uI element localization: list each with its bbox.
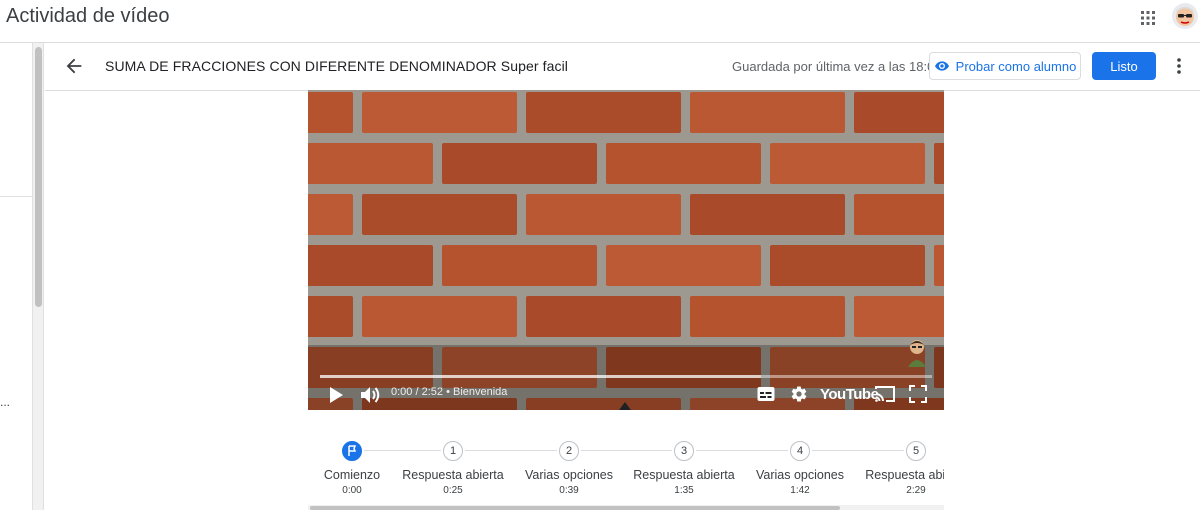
video-buffer-bar bbox=[320, 375, 761, 378]
apps-grid-icon[interactable] bbox=[1138, 8, 1158, 28]
volume-icon[interactable] bbox=[360, 385, 382, 405]
avatar-face-icon bbox=[1176, 6, 1194, 26]
timeline-item-time: 2:29 bbox=[906, 485, 926, 496]
timeline-start-marker bbox=[342, 441, 362, 461]
timeline-item-time: 1:35 bbox=[674, 485, 694, 496]
back-arrow-icon[interactable] bbox=[63, 55, 85, 77]
timeline-item-question[interactable]: 4 Varias opciones 1:42 bbox=[740, 436, 860, 496]
timeline-item-time: 1:42 bbox=[790, 485, 810, 496]
preview-label: Probar como alumno bbox=[955, 58, 1077, 74]
presenter-avatar-icon bbox=[908, 340, 926, 367]
fullscreen-icon[interactable] bbox=[909, 385, 927, 403]
top-bar: Actividad de vídeo bbox=[0, 0, 1200, 43]
timeline-item-time: 0:25 bbox=[443, 485, 463, 496]
left-panel: ... bbox=[0, 43, 32, 510]
brick-wall-video-frame bbox=[308, 90, 944, 410]
video-player[interactable]: 0:00 / 2:52 • Bienvenida YouTube bbox=[308, 90, 944, 410]
more-options-icon[interactable] bbox=[1169, 55, 1189, 77]
timeline-item-question[interactable]: 2 Varias opciones 0:39 bbox=[509, 436, 629, 496]
timeline-position-marker bbox=[619, 402, 631, 410]
saved-status: Guardada por última vez a las 18:02 bbox=[732, 59, 942, 74]
chapter-separator: • bbox=[446, 386, 453, 398]
timeline-item-type: Respuesta abierta bbox=[865, 468, 944, 482]
question-timeline: Comienzo 0:00 1 Respuesta abierta 0:25 2 Varia… bbox=[308, 436, 944, 510]
eye-icon bbox=[934, 61, 949, 71]
preview-as-student-button[interactable]: Probar como alumno bbox=[929, 52, 1081, 80]
activity-header: SUMA DE FRACCIONES CON DIFERENTE DENOMIN… bbox=[45, 43, 1200, 91]
timeline-item-question[interactable]: 5 Respuesta abierta 2:29 bbox=[856, 436, 944, 496]
youtube-logo[interactable]: YouTube bbox=[820, 386, 879, 403]
timeline-item-question[interactable]: 1 Respuesta abierta 0:25 bbox=[393, 436, 513, 496]
timeline-question-number: 2 bbox=[559, 441, 579, 461]
app-title: Actividad de vídeo bbox=[6, 5, 170, 27]
timeline-item-time: 0:39 bbox=[559, 485, 579, 496]
done-button[interactable]: Listo bbox=[1092, 52, 1156, 80]
flag-icon bbox=[348, 445, 357, 456]
timeline-question-number: 1 bbox=[443, 441, 463, 461]
vertical-scrollbar[interactable] bbox=[32, 43, 44, 510]
timeline-item-question[interactable]: 3 Respuesta abierta 1:35 bbox=[624, 436, 744, 496]
settings-gear-icon[interactable] bbox=[790, 385, 808, 403]
scrollbar-thumb[interactable] bbox=[35, 47, 42, 307]
timeline-item-type: Varias opciones bbox=[755, 468, 844, 482]
video-time-display: 0:00 / 2:52 • Bienvenida bbox=[391, 386, 507, 398]
timeline-item-type: Varias opciones bbox=[524, 468, 613, 482]
timeline-item-type: Respuesta abierta bbox=[402, 468, 504, 482]
video-time: 0:00 / 2:52 bbox=[391, 386, 443, 398]
timeline-question-number: 5 bbox=[906, 441, 926, 461]
play-icon[interactable] bbox=[328, 386, 344, 404]
video-chapter: Bienvenida bbox=[452, 386, 508, 398]
avatar[interactable] bbox=[1172, 3, 1198, 29]
subtitles-icon[interactable] bbox=[757, 386, 775, 402]
cast-icon[interactable] bbox=[874, 385, 896, 403]
horizontal-scrollbar-thumb[interactable] bbox=[310, 506, 840, 510]
timeline-question-number: 4 bbox=[790, 441, 810, 461]
horizontal-scrollbar[interactable] bbox=[308, 505, 944, 510]
video-progress-bar[interactable] bbox=[320, 375, 932, 378]
left-more-text: ... bbox=[0, 395, 11, 409]
video-title: SUMA DE FRACCIONES CON DIFERENTE DENOMIN… bbox=[105, 58, 568, 74]
timeline-item-type: Respuesta abierta bbox=[633, 468, 735, 482]
timeline-question-number: 3 bbox=[674, 441, 694, 461]
left-divider bbox=[0, 196, 32, 197]
